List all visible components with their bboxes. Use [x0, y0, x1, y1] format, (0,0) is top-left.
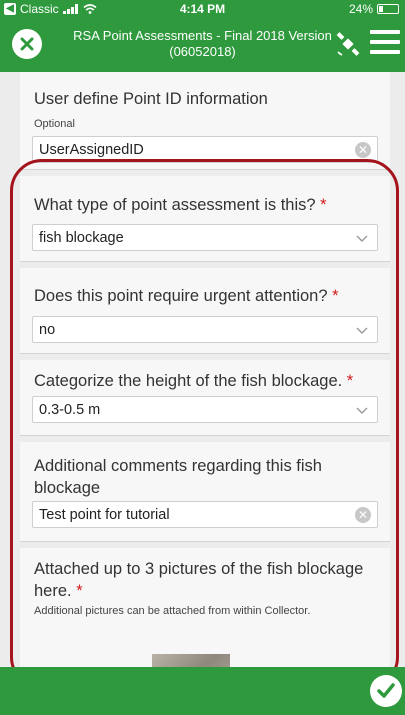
menu-bar-bottom [370, 50, 400, 54]
battery-percent: 24% [348, 2, 373, 16]
submit-button[interactable] [370, 675, 402, 707]
urgent-attention-card: Does this point require urgent attention… [20, 268, 390, 354]
battery-icon [377, 4, 399, 14]
picture-thumbnail[interactable] [152, 654, 230, 667]
blockage-height-card: Categorize the height of the fish blocka… [20, 360, 390, 436]
menu-bar-middle [370, 40, 400, 44]
chevron-down-icon [356, 407, 368, 414]
user-id-value: UserAssignedID [39, 142, 144, 158]
urgent-attention-select[interactable]: no [32, 316, 378, 343]
menu-bar-top [370, 30, 400, 34]
comments-value: Test point for tutorial [39, 507, 170, 523]
pictures-label: Attached up to 3 pictures of the fish bl… [34, 560, 364, 600]
comments-field[interactable]: Test point for tutorial ✕ [32, 501, 378, 528]
user-id-label: User define Point ID information [34, 90, 268, 108]
checkmark-icon [377, 683, 395, 698]
clear-icon[interactable]: ✕ [355, 142, 371, 158]
satellite-icon [336, 32, 360, 56]
chevron-down-icon [356, 327, 368, 334]
app-header: RSA Point Assessments - Final 2018 Versi… [0, 18, 405, 72]
blockage-height-value: 0.3-0.5 m [39, 402, 101, 418]
gps-button[interactable] [333, 30, 363, 58]
close-button[interactable] [12, 29, 42, 59]
comments-label: Additional comments regarding this fish … [34, 457, 322, 497]
pictures-card: Attached up to 3 pictures of the fish bl… [20, 548, 390, 667]
assessment-type-label: What type of point assessment is this? * [34, 196, 327, 214]
urgent-attention-label: Does this point require urgent attention… [34, 287, 339, 305]
battery-fill [379, 6, 384, 12]
user-id-card: User define Point ID information Optiona… [20, 72, 390, 170]
status-time: 4:14 PM [179, 2, 226, 16]
clear-icon[interactable]: ✕ [355, 507, 371, 523]
chevron-down-icon [356, 235, 368, 242]
urgent-attention-value: no [39, 322, 56, 338]
status-right: 24% [349, 2, 399, 16]
assessment-type-select[interactable]: fish blockage [32, 224, 378, 251]
close-icon [20, 37, 34, 51]
blockage-height-label: Categorize the height of the fish blocka… [34, 372, 354, 390]
form-area[interactable]: User define Point ID information Optiona… [0, 72, 405, 667]
user-id-hint: Optional [34, 118, 75, 130]
menu-button[interactable] [370, 30, 400, 58]
user-id-field[interactable]: UserAssignedID ✕ [32, 136, 378, 163]
blockage-height-select[interactable]: 0.3-0.5 m [32, 396, 378, 423]
assessment-type-value: fish blockage [39, 230, 124, 246]
assessment-type-card: What type of point assessment is this? *… [20, 176, 390, 262]
comments-card: Additional comments regarding this fish … [20, 442, 390, 542]
form-title: RSA Point Assessments - Final 2018 Versi… [73, 28, 332, 59]
bottom-bar [0, 667, 405, 715]
pictures-hint: Additional pictures can be attached from… [34, 605, 311, 617]
status-bar: ◀ Classic 4:14 PM 24% [0, 0, 405, 18]
